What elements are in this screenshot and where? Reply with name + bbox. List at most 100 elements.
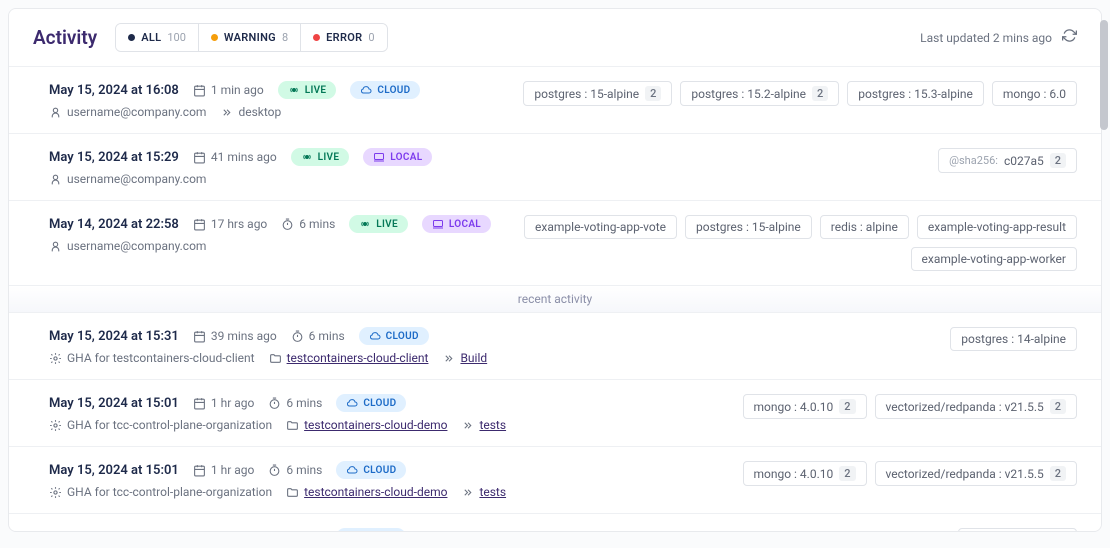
folder-link[interactable]: testcontainers-cloud-demo: [304, 485, 447, 499]
task-link[interactable]: Build: [460, 351, 487, 365]
tag-count: 2: [645, 86, 661, 101]
gear-icon: GHA for tcc-control-plane-organization: [49, 418, 272, 432]
cloud-badge: CLOUD: [336, 461, 406, 479]
activity-row[interactable]: May 15, 2024 at 15:011 hr ago7 minsCLOUD…: [9, 513, 1101, 532]
folder-link[interactable]: testcontainers-cloud-demo: [304, 418, 447, 432]
tags-container: postgres : 14-alpine: [950, 327, 1077, 351]
calendar-icon: 39 mins ago: [193, 329, 277, 343]
live-badge: LIVE: [278, 81, 337, 99]
cloud-badge: CLOUD: [336, 528, 406, 532]
scrollbar[interactable]: [1100, 20, 1108, 130]
image-tag[interactable]: postgres : 15.2-alpine2: [680, 81, 839, 106]
filter-warning[interactable]: WARNING 8: [199, 24, 301, 51]
tag-text: postgres : 15-alpine: [696, 220, 801, 234]
image-tag[interactable]: vectorized/redpanda : v21.5.5 2: [875, 461, 1077, 486]
gear-icon: GHA for testcontainers-cloud-client: [49, 351, 255, 365]
image-tag[interactable]: example-voting-app-vote: [524, 215, 677, 239]
tag-text: mongo : 4.0.10: [754, 400, 834, 414]
row-date: May 14, 2024 at 22:58: [49, 217, 179, 232]
endpoint-icon: tests: [461, 485, 506, 499]
tags-container: mongo : 4.0.102vectorized/redpanda : v21…: [743, 461, 1078, 486]
page-title: Activity: [33, 26, 97, 49]
tag-text: example-voting-app-vote: [535, 220, 666, 234]
tag-count: 2: [839, 466, 855, 481]
row-date: May 15, 2024 at 15:01: [49, 463, 179, 478]
image-tag[interactable]: @sha256:c027a52: [938, 148, 1077, 173]
tag-text: example-voting-app-result: [928, 220, 1066, 234]
tag-text: redis : alpine: [831, 220, 898, 234]
row-date: May 15, 2024 at 15:29: [49, 150, 179, 165]
tag-text: mongo : 6.0: [1003, 87, 1066, 101]
local-badge: LOCAL: [363, 148, 432, 166]
timer-icon: 6 mins: [268, 396, 322, 410]
activity-header: Activity ALL 100 WARNING 8 ERROR 0 Last …: [9, 9, 1101, 66]
timer-icon: 7 mins: [268, 530, 322, 532]
task-link[interactable]: tests: [479, 485, 506, 499]
image-tag[interactable]: mongo : 6.0: [992, 81, 1077, 106]
activity-row[interactable]: May 15, 2024 at 15:01 1 hr ago 6 mins CLOUD…: [9, 379, 1101, 446]
calendar-icon: 1 hr ago: [193, 396, 254, 410]
activity-row[interactable]: May 15, 2024 at 15:01 1 hr ago 6 mins CLOUD…: [9, 446, 1101, 513]
filter-error[interactable]: ERROR 0: [301, 24, 386, 51]
tag-text: postgres : 15.2-alpine: [691, 87, 806, 101]
row-date: May 15, 2024 at 15:01: [49, 530, 179, 533]
filter-label: WARNING: [224, 31, 276, 44]
recent-activity-separator: recent activity: [9, 285, 1101, 312]
tag-count: 2: [839, 399, 855, 414]
timer-icon: 6 mins: [268, 463, 322, 477]
cloud-badge: CLOUD: [350, 81, 420, 99]
tags-container: mysql : 5.7.372: [958, 528, 1077, 532]
image-tag[interactable]: mysql : 5.7.372: [958, 528, 1077, 532]
calendar-icon: 1 hr ago: [193, 463, 254, 477]
activity-row[interactable]: May 14, 2024 at 22:5817 hrs ago6 minsLIV…: [9, 200, 1101, 285]
activity-row[interactable]: May 15, 2024 at 16:081 min agoLIVECLOUD …: [9, 66, 1101, 133]
dot-icon: [313, 34, 320, 41]
user-icon: username@company.com: [49, 239, 206, 253]
tag-text: example-voting-app-worker: [922, 252, 1066, 266]
tag-text: postgres : 15-alpine: [534, 87, 639, 101]
user-icon: username@company.com: [49, 105, 206, 119]
image-tag[interactable]: redis : alpine: [820, 215, 909, 239]
tag-count: 2: [1050, 399, 1066, 414]
image-tag[interactable]: postgres : 15-alpine 2: [523, 81, 672, 106]
endpoint-icon: Build: [442, 351, 487, 365]
tag-count: 2: [1050, 153, 1066, 168]
last-updated: Last updated 2 mins ago: [920, 31, 1052, 45]
filter-count: 100: [167, 31, 186, 44]
image-tag[interactable]: example-voting-app-result: [917, 215, 1077, 239]
row-date: May 15, 2024 at 15:01: [49, 396, 179, 411]
image-tag[interactable]: postgres : 14-alpine: [950, 327, 1077, 351]
gear-icon: GHA for tcc-control-plane-organization: [49, 485, 272, 499]
tag-text: postgres : 14-alpine: [961, 332, 1066, 346]
tag-count: 2: [1050, 466, 1066, 481]
cloud-badge: CLOUD: [359, 327, 429, 345]
calendar-icon: 1 min ago: [193, 83, 264, 97]
tags-container: mongo : 4.0.102vectorized/redpanda : v21…: [743, 394, 1078, 419]
local-badge: LOCAL: [422, 215, 491, 233]
timer-icon: 6 mins: [281, 217, 335, 231]
cloud-badge: CLOUD: [336, 394, 406, 412]
filter-all[interactable]: ALL 100: [116, 24, 199, 51]
filter-label: ERROR: [326, 31, 362, 44]
activity-row[interactable]: May 15, 2024 at 15:3139 mins ago6 minsCL…: [9, 312, 1101, 379]
calendar-icon: 17 hrs ago: [193, 217, 267, 231]
activity-row[interactable]: May 15, 2024 at 15:2941 mins agoLIVELOCA…: [9, 133, 1101, 200]
image-tag[interactable]: mongo : 4.0.10 2: [743, 394, 867, 419]
timer-icon: 6 mins: [291, 329, 345, 343]
task-link[interactable]: tests: [479, 418, 506, 432]
calendar-icon: 41 mins ago: [193, 150, 277, 164]
refresh-icon[interactable]: [1062, 28, 1077, 47]
image-tag[interactable]: postgres : 15.3-alpine: [847, 81, 984, 106]
activity-panel: Activity ALL 100 WARNING 8 ERROR 0 Last …: [8, 8, 1102, 532]
image-tag[interactable]: postgres : 15-alpine: [685, 215, 812, 239]
image-tag[interactable]: mongo : 4.0.10 2: [743, 461, 867, 486]
folder-link[interactable]: testcontainers-cloud-client: [287, 351, 429, 365]
dot-icon: [211, 34, 218, 41]
tag-text: vectorized/redpanda : v21.5.5: [886, 467, 1044, 481]
filter-count: 0: [368, 31, 374, 44]
filter-group: ALL 100 WARNING 8 ERROR 0: [115, 23, 387, 52]
image-tag[interactable]: vectorized/redpanda : v21.5.52: [875, 394, 1077, 419]
image-tag[interactable]: example-voting-app-worker: [911, 247, 1077, 271]
tags-container: example-voting-app-vote postgres : 15-alp…: [511, 215, 1077, 271]
tag-text: mongo : 4.0.10: [754, 467, 834, 481]
